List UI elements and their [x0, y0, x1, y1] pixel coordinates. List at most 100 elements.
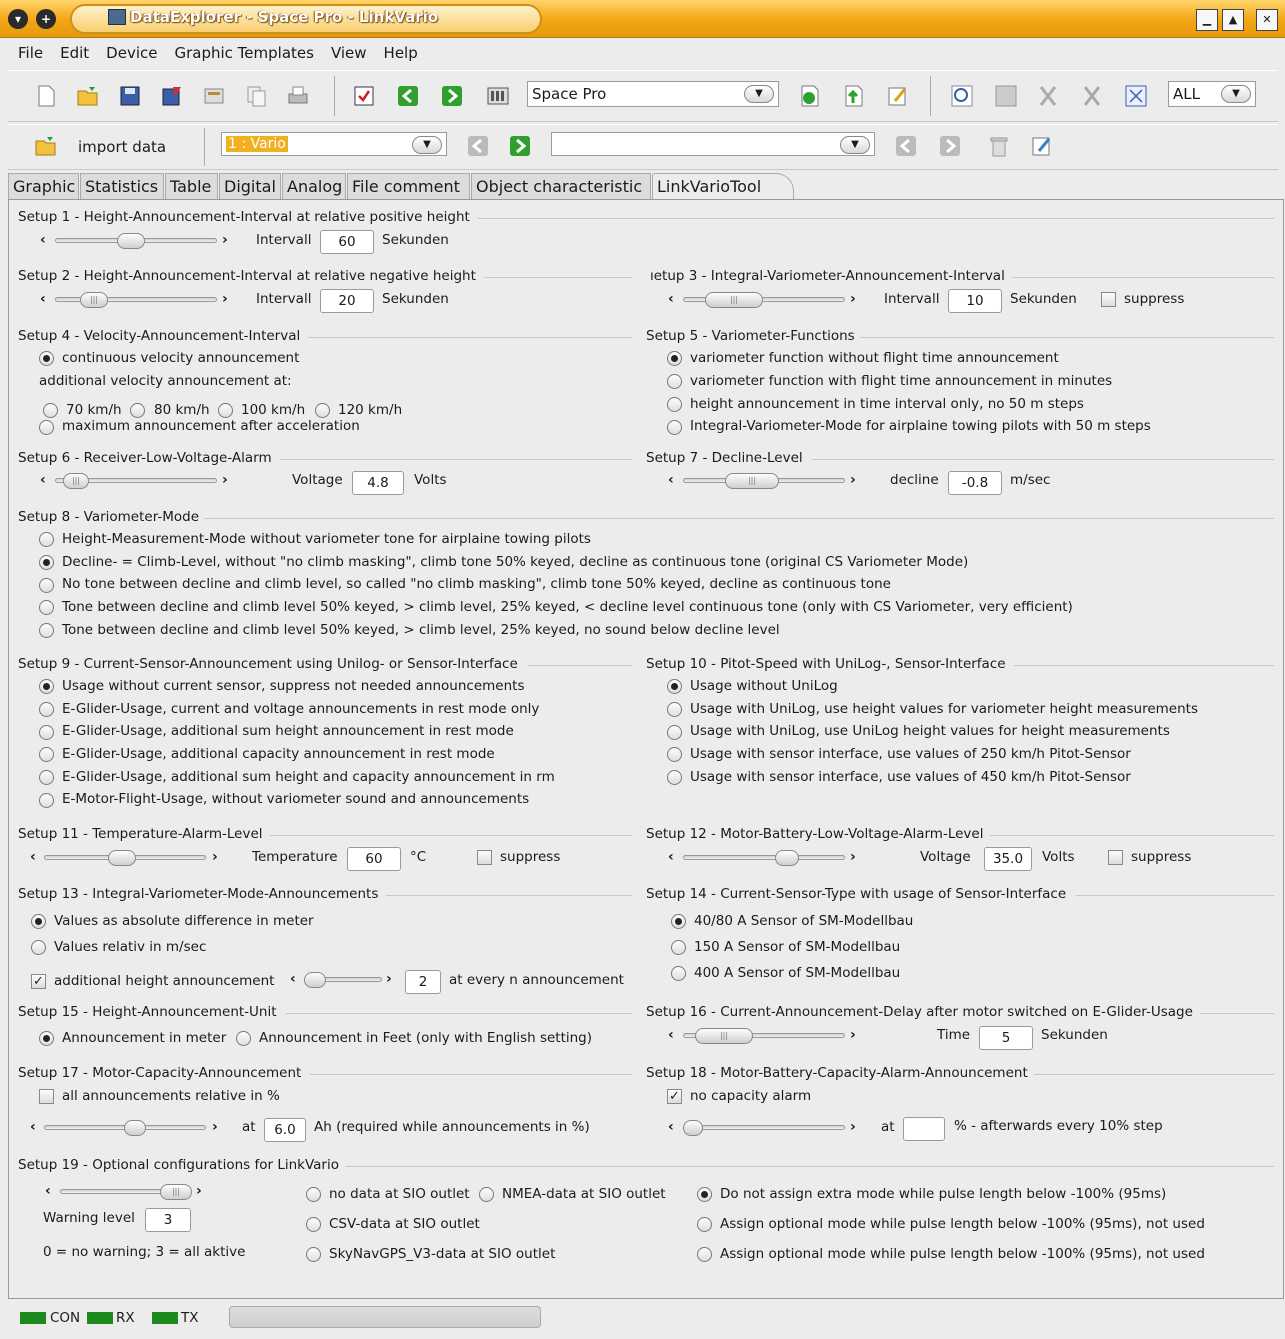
window-pin-icon[interactable]: + [36, 9, 56, 29]
setup10-option-radio[interactable] [667, 679, 682, 694]
setup9-option-radio[interactable] [39, 679, 54, 694]
chevron-down-icon[interactable]: ▼ [840, 136, 870, 154]
import-data-button[interactable]: import data [78, 138, 166, 156]
edit-icon[interactable] [884, 82, 912, 110]
setup7-input[interactable]: -0.8 [948, 471, 1002, 495]
settings-icon[interactable] [200, 82, 228, 110]
setup8-option-radio[interactable] [39, 555, 54, 570]
setup3-input[interactable]: 10 [948, 289, 1002, 313]
tab-statistics[interactable]: Statistics [80, 173, 164, 200]
setup8-option-radio[interactable] [39, 532, 54, 547]
setup18-no-alarm-checkbox[interactable]: ✓ [667, 1089, 682, 1104]
setup18-input[interactable] [903, 1117, 945, 1141]
chevron-right-icon[interactable]: › [850, 849, 856, 865]
setup12-suppress-checkbox[interactable] [1108, 850, 1123, 865]
setup19-sio-radio[interactable] [306, 1187, 321, 1202]
chevron-left-icon[interactable]: ‹ [40, 291, 46, 307]
chevron-left-icon[interactable]: ‹ [668, 1119, 674, 1135]
setup3-suppress-checkbox[interactable] [1101, 292, 1116, 307]
setup19-warning-input[interactable]: 3 [145, 1208, 191, 1232]
menu-graphic-templates[interactable]: Graphic Templates [164, 40, 320, 62]
chevron-left-icon[interactable]: ‹ [40, 232, 46, 248]
setup2-input[interactable]: 20 [320, 289, 374, 313]
chevron-left-icon[interactable]: ‹ [30, 849, 36, 865]
setup10-option-radio[interactable] [667, 702, 682, 717]
prev-channel-icon[interactable] [464, 132, 492, 160]
minimize-icon[interactable]: ▁ [1196, 9, 1218, 31]
setup9-option-radio[interactable] [39, 747, 54, 762]
setup11-slider[interactable] [44, 850, 206, 866]
setup15-meter-radio[interactable] [39, 1031, 54, 1046]
setup8-option-radio[interactable] [39, 623, 54, 638]
setup5-option-radio[interactable] [667, 397, 682, 412]
pan-icon[interactable] [992, 82, 1020, 110]
chevron-down-icon[interactable]: ▼ [1221, 85, 1251, 103]
cut-icon[interactable] [1034, 82, 1062, 110]
save-as-icon[interactable] [158, 82, 186, 110]
chevron-right-icon[interactable]: › [850, 291, 856, 307]
setup4-speed-80-radio[interactable] [130, 403, 145, 418]
tab-digital[interactable]: Digital [219, 173, 281, 200]
close-icon[interactable]: ✕ [1256, 9, 1278, 31]
import-folder-icon[interactable] [32, 132, 60, 160]
setup17-input[interactable]: 6.0 [264, 1118, 306, 1142]
setup1-input[interactable]: 60 [320, 230, 374, 254]
chevron-right-icon[interactable]: › [222, 232, 228, 248]
chevron-left-icon[interactable]: ‹ [668, 849, 674, 865]
setup13-rel-radio[interactable] [31, 940, 46, 955]
chevron-right-icon[interactable]: › [386, 971, 392, 987]
setup10-option-radio[interactable] [667, 747, 682, 762]
fit-icon[interactable] [1122, 82, 1150, 110]
setup19-pulse-radio[interactable] [697, 1217, 712, 1232]
setup3-slider[interactable]: ||| [683, 292, 845, 308]
setup9-option-radio[interactable] [39, 725, 54, 740]
setup4-max-radio[interactable] [39, 420, 54, 435]
zoom-icon[interactable] [948, 82, 976, 110]
tab-graphic[interactable]: Graphic [8, 173, 79, 200]
setup11-input[interactable]: 60 [347, 847, 401, 871]
chevron-right-icon[interactable]: › [212, 849, 218, 865]
setup6-slider[interactable]: ||| [55, 473, 217, 489]
window-menu-icon[interactable]: ▾ [8, 9, 28, 29]
cut-range-icon[interactable] [1078, 82, 1106, 110]
chevron-right-icon[interactable]: › [850, 1119, 856, 1135]
tab-object-characteristic[interactable]: Object characteristic [471, 173, 651, 200]
setup14-option-radio[interactable] [671, 966, 686, 981]
tab-linkvariotool[interactable]: LinkVarioTool [652, 173, 794, 200]
device-combo[interactable]: Space Pro ▼ [527, 81, 779, 107]
setup10-option-radio[interactable] [667, 725, 682, 740]
menu-file[interactable]: File [8, 40, 50, 62]
setup5-option-radio[interactable] [667, 351, 682, 366]
setup4-speed-120-radio[interactable] [315, 403, 330, 418]
setup8-option-radio[interactable] [39, 578, 54, 593]
setup13-slider[interactable] [304, 972, 382, 988]
chevron-right-icon[interactable]: › [196, 1183, 202, 1199]
chevron-left-icon[interactable]: ‹ [40, 472, 46, 488]
setup19-pulse-radio[interactable] [697, 1247, 712, 1262]
filter-combo[interactable]: ALL ▼ [1168, 81, 1256, 107]
setup18-slider[interactable] [683, 1120, 845, 1136]
chevron-left-icon[interactable]: ‹ [668, 291, 674, 307]
setup16-input[interactable]: 5 [979, 1026, 1033, 1050]
chevron-left-icon[interactable]: ‹ [45, 1183, 51, 1199]
device-config-icon[interactable] [484, 82, 512, 110]
setup15-feet-radio[interactable] [236, 1031, 251, 1046]
setup19-pulse-radio[interactable] [697, 1187, 712, 1202]
setup8-option-radio[interactable] [39, 600, 54, 615]
chevron-left-icon[interactable]: ‹ [290, 971, 296, 987]
setup4-speed-100-radio[interactable] [218, 403, 233, 418]
setup16-slider[interactable]: ||| [683, 1028, 845, 1044]
setup17-slider[interactable] [44, 1120, 206, 1136]
chevron-down-icon[interactable]: ▼ [744, 85, 774, 103]
setup9-option-radio[interactable] [39, 702, 54, 717]
setup5-option-radio[interactable] [667, 374, 682, 389]
menu-view[interactable]: View [321, 40, 374, 62]
next-record-icon[interactable] [936, 132, 964, 160]
edit-record-icon[interactable] [1028, 132, 1056, 160]
new-file-icon[interactable] [32, 82, 60, 110]
setup9-option-radio[interactable] [39, 770, 54, 785]
setup10-option-radio[interactable] [667, 770, 682, 785]
menu-help[interactable]: Help [374, 40, 425, 62]
tab-analog[interactable]: Analog [282, 173, 346, 200]
chevron-left-icon[interactable]: ‹ [668, 472, 674, 488]
